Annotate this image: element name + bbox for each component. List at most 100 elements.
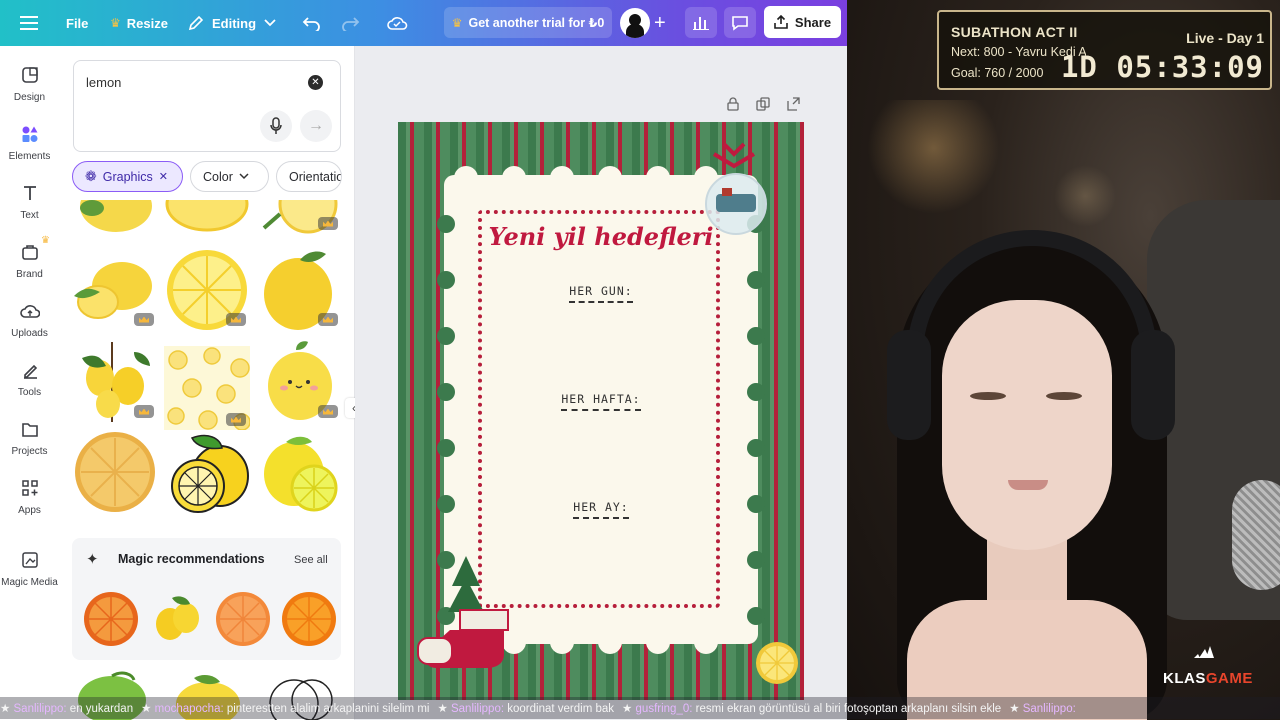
filter-chip-orientation[interactable]: Orientation	[276, 161, 342, 192]
headphone-cup	[887, 330, 931, 440]
rail-item-apps[interactable]: Apps	[0, 477, 59, 533]
card-label-daily[interactable]: HER GUN:	[398, 284, 804, 303]
add-page-icon[interactable]	[786, 97, 800, 111]
undo-icon[interactable]	[302, 0, 322, 46]
lemon-slice-graphic[interactable]	[72, 430, 158, 514]
chip-label: Graphics	[102, 169, 153, 184]
lemon-graphic[interactable]	[256, 246, 342, 330]
comment-icon[interactable]	[724, 7, 756, 38]
page-tools	[726, 97, 800, 111]
chat-username: Sanlilippo:	[13, 703, 67, 715]
top-bar: File ♛ Resize Editing ♛ Get another tria…	[0, 0, 847, 46]
elements-icon	[19, 123, 41, 145]
crown-icon: ♛	[41, 235, 50, 246]
lemons-graphic[interactable]	[148, 590, 206, 648]
add-collaborator-icon[interactable]: +	[654, 0, 666, 46]
chat-username: gusfring_0:	[635, 703, 693, 715]
chevron-down-icon	[239, 173, 249, 180]
orange-slice-graphic[interactable]	[280, 590, 338, 648]
resize-label: Resize	[126, 15, 168, 31]
brand-logo-part1: KLAS	[1163, 670, 1206, 687]
microphone-icon[interactable]	[260, 110, 292, 142]
card-label-weekly[interactable]: HER HAFTA:	[398, 392, 804, 411]
lemon-graphic[interactable]	[72, 200, 158, 234]
headphone-cup	[1131, 330, 1175, 440]
avatar[interactable]	[620, 8, 650, 38]
arrow-right-icon[interactable]: →	[300, 110, 332, 142]
redo-icon[interactable]	[340, 0, 360, 46]
christmas-stocking-graphic[interactable]	[408, 550, 518, 670]
rail-label: Uploads	[11, 328, 48, 339]
lemon-slice-graphic[interactable]	[754, 640, 800, 686]
design-page[interactable]: Yeni yil hedefleri HER GUN: HER HAFTA: H…	[398, 122, 804, 700]
trial-button[interactable]: ♛ Get another trial for ₺0	[444, 7, 612, 38]
rail-label: Magic Media	[1, 577, 58, 588]
resize-button[interactable]: ♛ Resize	[110, 0, 168, 46]
microphone	[1232, 480, 1280, 590]
lemon-graphic[interactable]	[72, 246, 158, 330]
lemon-character-graphic[interactable]	[256, 338, 342, 422]
uploads-icon	[19, 300, 41, 322]
rail-label: Elements	[8, 151, 51, 162]
lemon-graphic[interactable]	[256, 200, 342, 234]
rail-label: Projects	[11, 446, 48, 457]
canva-editor: File ♛ Resize Editing ♛ Get another tria…	[0, 0, 847, 720]
rail-item-projects[interactable]: Projects	[0, 418, 59, 474]
rail-item-design[interactable]: Design	[0, 64, 59, 120]
sparkle-icon: ✦	[86, 551, 99, 568]
lock-icon[interactable]	[726, 97, 740, 111]
graphics-icon: ❁	[85, 168, 97, 184]
crown-icon: ♛	[110, 16, 121, 30]
live-day-label: Live - Day 1	[1186, 30, 1264, 46]
lemon-graphic[interactable]	[72, 338, 158, 422]
apps-icon	[19, 477, 41, 499]
lemon-graphic[interactable]	[164, 246, 250, 330]
lemon-pattern-graphic[interactable]	[164, 346, 250, 430]
webcam-feed	[847, 0, 1280, 720]
filter-chip-color[interactable]: Color	[190, 161, 269, 192]
orange-slice-graphic[interactable]	[214, 590, 272, 648]
subathon-title: SUBATHON ACT II	[951, 24, 1078, 40]
rail-label: Tools	[17, 387, 42, 398]
rail-item-text[interactable]: Text	[0, 182, 59, 238]
chat-message: ★ mochapocha: pinterestten alalim arkapl…	[141, 703, 430, 715]
rail-label: Text	[20, 210, 39, 221]
menu-icon[interactable]	[20, 0, 38, 46]
elements-panel: ✕ → ❁ Graphics ✕ Color Orientation	[59, 46, 355, 720]
lemon-illustration-graphic[interactable]	[164, 430, 250, 514]
see-all-link[interactable]: See all	[294, 554, 328, 566]
cloud-saved-icon[interactable]	[386, 0, 408, 46]
card-label-text: HER AY:	[573, 500, 629, 519]
share-button[interactable]: Share	[764, 6, 841, 38]
insights-icon[interactable]	[685, 7, 717, 38]
card-label-text: HER GUN:	[569, 284, 633, 303]
rail-item-brand[interactable]: Brand ♛	[0, 235, 59, 297]
rail-item-magic-media[interactable]: Magic Media	[0, 549, 59, 605]
filter-chip-graphics[interactable]: ❁ Graphics ✕	[72, 161, 183, 192]
chat-message: ★ Sanlilippo: en yukardan	[0, 703, 134, 715]
duplicate-icon[interactable]	[756, 97, 770, 111]
editing-mode-button[interactable]: Editing	[188, 0, 276, 46]
editing-label: Editing	[212, 15, 257, 31]
magic-recommendations: ✦ Magic recommendations See all	[72, 538, 341, 660]
rail-item-uploads[interactable]: Uploads	[0, 300, 59, 356]
rail-label: Design	[13, 92, 46, 103]
chat-message: ★ Sanlilippo: koordinat verdim bak	[437, 703, 615, 715]
share-label: Share	[794, 14, 832, 30]
close-icon[interactable]: ✕	[159, 170, 168, 183]
chat-username: mochapocha:	[154, 703, 224, 715]
lemon-graphic[interactable]	[164, 200, 250, 234]
upload-icon	[774, 15, 788, 29]
text-icon	[19, 182, 41, 204]
search-input[interactable]	[86, 71, 296, 93]
lemon-graphic[interactable]	[256, 430, 342, 514]
rail-label: Apps	[18, 505, 41, 516]
file-menu[interactable]: File	[66, 0, 88, 46]
orange-slice-graphic[interactable]	[82, 590, 140, 648]
card-label-monthly[interactable]: HER AY:	[398, 500, 804, 519]
christmas-ornament-graphic[interactable]	[694, 136, 784, 236]
rail-item-elements[interactable]: Elements	[0, 123, 59, 179]
chat-text: resmi ekran görüntüsü al biri fotoşoptan…	[695, 703, 1002, 715]
rail-item-tools[interactable]: Tools	[0, 359, 59, 415]
clear-search-icon[interactable]: ✕	[308, 75, 323, 90]
